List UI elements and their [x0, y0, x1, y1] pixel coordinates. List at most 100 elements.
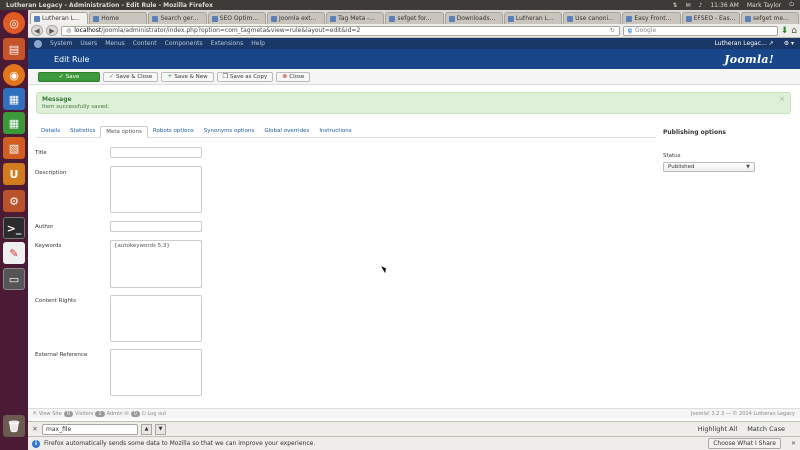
- trash-icon[interactable]: 🗑: [3, 415, 25, 437]
- home-icon[interactable]: ⌂: [791, 26, 797, 36]
- tab-details[interactable]: Details: [36, 125, 65, 137]
- download-icon[interactable]: ⬇: [781, 26, 789, 36]
- status-select[interactable]: Published ▼: [663, 162, 755, 172]
- browser-tab[interactable]: sefget for...: [385, 12, 444, 24]
- tab-meta-options[interactable]: Meta options: [100, 126, 148, 138]
- power-icon[interactable]: ⏻: [789, 1, 794, 9]
- forward-button[interactable]: ▶: [46, 25, 58, 36]
- terminal-icon[interactable]: >_: [3, 217, 25, 239]
- view-site-link[interactable]: ⇱ View Site: [33, 411, 62, 417]
- author-input[interactable]: [110, 221, 202, 232]
- settings-icon[interactable]: ⚙: [3, 190, 25, 212]
- mail-icon[interactable]: ✉: [685, 2, 690, 9]
- files-icon[interactable]: ▤: [3, 38, 25, 60]
- highlight-all-toggle[interactable]: Highlight All: [698, 425, 737, 433]
- calc-icon[interactable]: ▦: [3, 112, 25, 134]
- message-text: Item successfully saved.: [42, 104, 110, 110]
- browser-tab[interactable]: Easy Front...: [622, 12, 681, 24]
- url-bar[interactable]: ◍ localhost /joomla/administrator/index.…: [61, 25, 620, 36]
- page-viewport: System Users Menus Content Components Ex…: [28, 38, 800, 421]
- nav-content[interactable]: Content: [133, 40, 157, 47]
- nav-components[interactable]: Components: [165, 40, 203, 47]
- content-rights-textarea[interactable]: [110, 295, 202, 342]
- admins-label: Admin: [106, 410, 123, 417]
- software-center-icon[interactable]: U: [3, 163, 25, 185]
- external-reference-textarea[interactable]: [110, 349, 202, 396]
- close-find-icon[interactable]: ✕: [31, 425, 39, 433]
- match-case-toggle[interactable]: Match Case: [747, 425, 785, 433]
- site-link[interactable]: Lutheran Legac... ↗: [715, 40, 774, 47]
- favicon-icon: [270, 15, 277, 22]
- back-button[interactable]: ◀: [31, 25, 43, 36]
- joomla-logo-icon[interactable]: [34, 39, 42, 48]
- tab-synonyms-options[interactable]: Synonyms options: [199, 125, 260, 137]
- tab-label: Search ger...: [160, 15, 199, 22]
- content-rights-label: Content Rights: [35, 298, 76, 304]
- save-new-button[interactable]: + Save & New: [161, 71, 214, 82]
- browser-tab[interactable]: Joomla ext...: [266, 12, 326, 24]
- browser-tab[interactable]: SEO Optim...: [207, 12, 266, 24]
- browser-tab[interactable]: Use canoni...: [563, 12, 622, 24]
- tab-label: Downloads...: [456, 15, 496, 22]
- notification-text: Firefox automatically sends some data to…: [44, 440, 316, 447]
- user-name[interactable]: Mark Taylor: [747, 2, 781, 9]
- find-next-button[interactable]: ▼: [155, 423, 166, 435]
- find-bar: ✕ max_file ▲ ▼ Highlight All Match Case: [28, 421, 800, 436]
- url-path: /joomla/administrator/index.php?option=c…: [101, 27, 361, 34]
- tab-label: Lutheran L...: [42, 15, 80, 22]
- favicon-icon: [152, 15, 159, 22]
- tab-instructions[interactable]: Instructions: [314, 125, 356, 137]
- writer-icon[interactable]: ▦: [3, 88, 25, 110]
- browser-tab[interactable]: Search ger...: [148, 12, 207, 24]
- notification-bar: i Firefox automatically sends some data …: [28, 436, 800, 450]
- clock[interactable]: 11:36 AM: [710, 2, 738, 9]
- message-close-icon[interactable]: ×: [779, 95, 785, 103]
- browser-tab[interactable]: Home: [89, 12, 148, 24]
- firefox-icon[interactable]: ◉: [3, 64, 25, 86]
- favicon-icon: [34, 15, 40, 22]
- navigation-bar: ◀ ▶ ◍ localhost /joomla/administrator/in…: [28, 24, 800, 38]
- choose-what-i-share-button[interactable]: Choose What I Share: [708, 438, 781, 449]
- tab-global-overrides[interactable]: Global overrides: [259, 125, 314, 137]
- ubuntu-dash-icon[interactable]: ◎: [3, 12, 25, 34]
- browser-tab[interactable]: Tag Meta -...: [326, 12, 385, 24]
- shotwell-icon[interactable]: ✎: [3, 242, 25, 264]
- tab-statistics[interactable]: Statistics: [65, 125, 100, 137]
- keywords-textarea[interactable]: {autokeywords 5,3}: [110, 240, 202, 288]
- nav-extensions[interactable]: Extensions: [211, 40, 244, 47]
- reload-icon[interactable]: ↻: [610, 27, 615, 34]
- messages-icon[interactable]: ✉: [125, 411, 129, 417]
- user-menu-gear-icon[interactable]: ⚙ ▾: [784, 40, 794, 47]
- nav-users[interactable]: Users: [80, 40, 97, 47]
- workspace-icon[interactable]: ▭: [3, 268, 25, 290]
- browser-tab[interactable]: EFSEO - Eas...: [681, 12, 740, 24]
- find-input[interactable]: max_file: [42, 423, 138, 435]
- search-bar[interactable]: g Google: [622, 25, 778, 36]
- message-heading: Message: [42, 96, 72, 103]
- browser-tab[interactable]: Lutheran L...: [30, 12, 89, 24]
- logout-link[interactable]: ⏻ Log out: [142, 411, 166, 417]
- network-icon[interactable]: ⇅: [672, 2, 677, 9]
- find-previous-button[interactable]: ▲: [141, 423, 152, 435]
- site-identity-icon[interactable]: ◍: [66, 27, 71, 34]
- tab-robots-options[interactable]: Robots options: [148, 125, 199, 137]
- title-input[interactable]: [110, 147, 202, 158]
- close-button[interactable]: ⊗ Close: [276, 71, 311, 82]
- impress-icon[interactable]: ▧: [3, 137, 25, 159]
- favicon-icon: [448, 15, 455, 22]
- browser-tab[interactable]: sefget me...: [740, 12, 800, 24]
- browser-tab[interactable]: Lutheran L...: [503, 12, 563, 24]
- close-notification-icon[interactable]: ✕: [791, 440, 796, 447]
- volume-icon[interactable]: ♪: [699, 2, 703, 9]
- favicon-icon: [507, 15, 514, 22]
- google-icon[interactable]: g: [628, 27, 632, 34]
- browser-tab[interactable]: Downloads...: [444, 12, 503, 24]
- external-reference-label: External Reference: [35, 352, 88, 358]
- save-button[interactable]: ✓ Save: [38, 71, 100, 82]
- nav-help[interactable]: Help: [251, 40, 265, 47]
- save-close-button[interactable]: ✓ Save & Close: [103, 71, 159, 82]
- description-textarea[interactable]: [110, 166, 202, 213]
- save-copy-button[interactable]: ❐ Save as Copy: [216, 71, 274, 82]
- nav-menus[interactable]: Menus: [105, 40, 125, 47]
- nav-system[interactable]: System: [50, 40, 72, 47]
